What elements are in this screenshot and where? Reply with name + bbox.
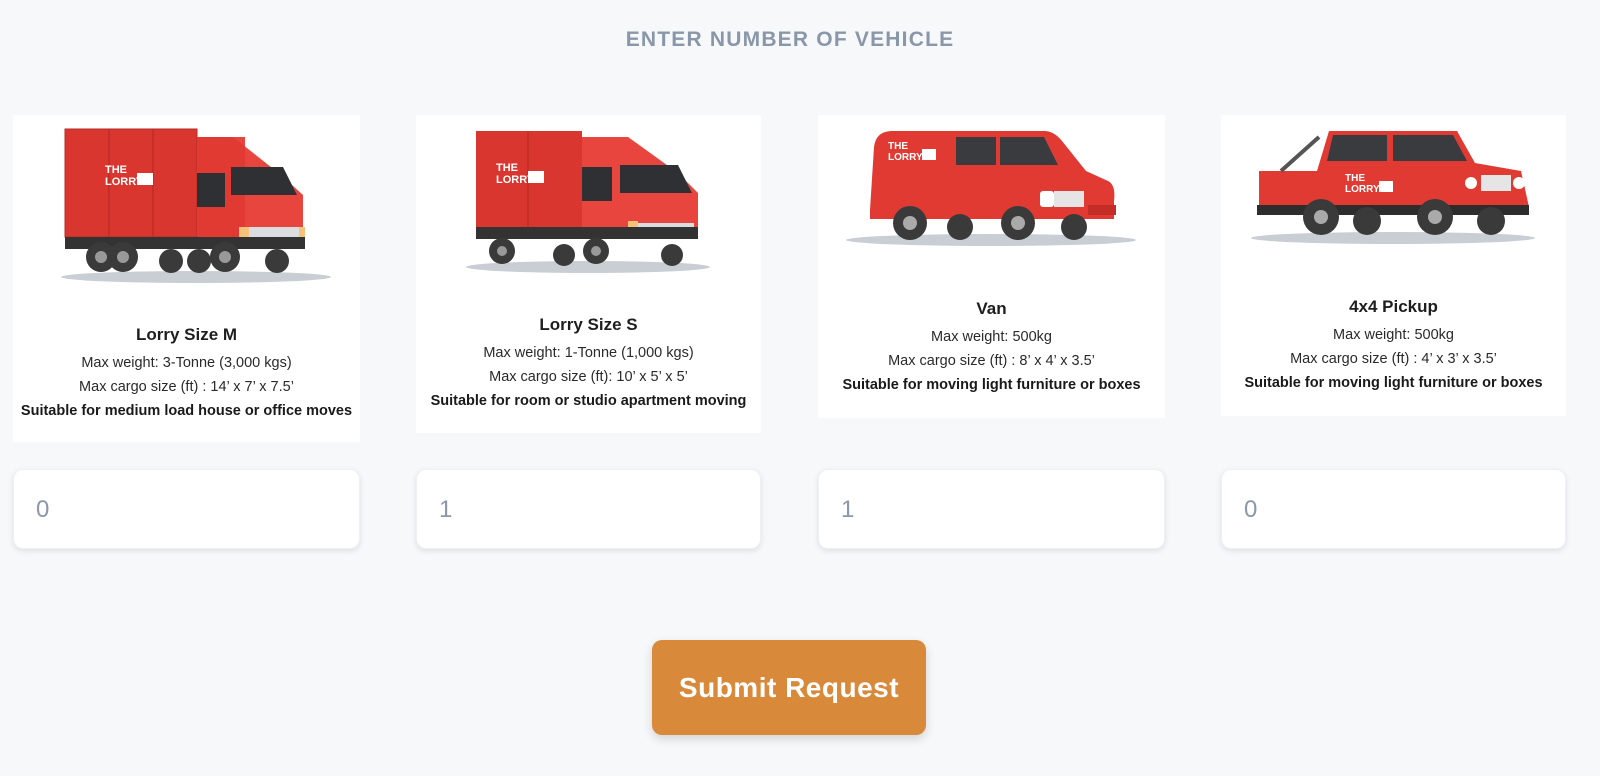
lorry-m-image: THE LORRY <box>61 128 331 283</box>
vehicle-title: Lorry Size M <box>135 325 238 344</box>
quantity-input-lorry-m[interactable]: 0 <box>13 469 360 549</box>
page-heading: ENTER NUMBER OF VEHICLE <box>625 28 955 51</box>
vehicle-card-lorry-s[interactable]: THE LORRY Lorry Size S Max weight: 1-Ton… <box>416 115 761 433</box>
vehicle-note: Suitable for medium load house or office… <box>20 403 353 419</box>
vehicle-cargo: Max cargo size (ft) : 4’ x 3’ x 3.5’ <box>1290 351 1497 367</box>
quantity-input-lorry-s[interactable]: 1 <box>416 469 761 549</box>
vehicle-card-lorry-m[interactable]: THE LORRY Lorry Size M Max weight: 3-Ton… <box>13 115 360 442</box>
svg-text:LORRY: LORRY <box>1345 184 1380 195</box>
submit-request-button[interactable]: Submit Request <box>652 640 926 735</box>
svg-text:LORRY: LORRY <box>888 152 923 163</box>
vehicle-cargo: Max cargo size (ft) : 14’ x 7’ x 7.5’ <box>79 379 294 395</box>
lorry-s-image: THE LORRY <box>466 131 710 273</box>
svg-text:THE: THE <box>888 141 908 152</box>
vehicle-cargo: Max cargo size (ft): 10’ x 5’ x 5’ <box>489 369 688 385</box>
vehicle-card-van[interactable]: THE LORRY Van Max weight: 500kg Max carg… <box>818 115 1165 418</box>
vehicle-note: Suitable for moving light furniture or b… <box>1244 375 1543 391</box>
vehicle-card-pickup[interactable]: THE LORRY 4x4 Pickup Max weight: 500kg M… <box>1221 115 1566 416</box>
vehicle-weight: Max weight: 500kg <box>1333 327 1454 343</box>
pickup-image: THE LORRY <box>1251 131 1535 244</box>
svg-text:THE: THE <box>496 162 518 174</box>
vehicle-note: Suitable for room or studio apartment mo… <box>430 393 747 409</box>
vehicle-note: Suitable for moving light furniture or b… <box>842 377 1141 393</box>
van-image: THE LORRY <box>846 131 1136 246</box>
vehicle-weight: Max weight: 3-Tonne (3,000 kgs) <box>81 355 292 371</box>
vehicle-title: Van <box>976 299 1007 318</box>
svg-text:THE: THE <box>1345 173 1365 184</box>
quantity-input-pickup[interactable]: 0 <box>1221 469 1566 549</box>
vehicle-weight: Max weight: 500kg <box>931 329 1052 345</box>
quantity-input-van[interactable]: 1 <box>818 469 1165 549</box>
vehicle-title: Lorry Size S <box>539 315 638 334</box>
svg-text:THE: THE <box>105 164 127 176</box>
vehicle-weight: Max weight: 1-Tonne (1,000 kgs) <box>483 345 694 361</box>
vehicle-cargo: Max cargo size (ft) : 8’ x 4’ x 3.5’ <box>888 353 1095 369</box>
vehicle-title: 4x4 Pickup <box>1349 297 1438 316</box>
